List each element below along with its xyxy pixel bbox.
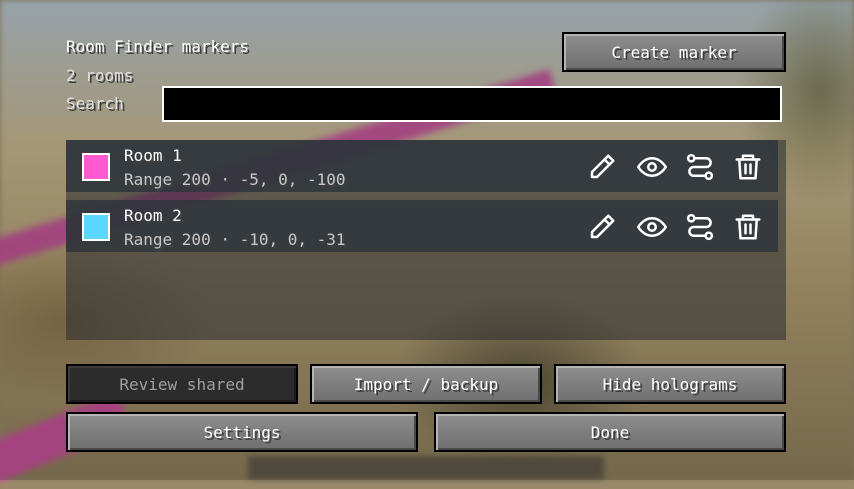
settings-button[interactable]: Settings [66, 412, 418, 452]
done-button[interactable]: Done [434, 412, 786, 452]
marker-row[interactable]: Room 2 Range 200 · -10, 0, -31 [66, 200, 778, 252]
route-icon[interactable] [684, 211, 716, 243]
marker-row[interactable]: Room 1 Range 200 · -5, 0, -100 [66, 140, 778, 192]
hide-holograms-button[interactable]: Hide holograms [554, 364, 786, 404]
eye-icon[interactable] [636, 211, 668, 243]
import-backup-button[interactable]: Import / backup [310, 364, 542, 404]
marker-color-swatch [82, 153, 110, 181]
create-marker-button[interactable]: Create marker [562, 32, 786, 72]
review-shared-button[interactable]: Review shared [66, 364, 298, 404]
marker-name: Room 1 [124, 146, 182, 165]
search-input[interactable] [162, 86, 782, 122]
pencil-icon[interactable] [586, 211, 618, 243]
room-count: 2 rooms [66, 66, 134, 85]
marker-color-swatch [82, 213, 110, 241]
eye-icon[interactable] [636, 151, 668, 183]
trash-icon[interactable] [732, 151, 764, 183]
marker-list: Room 1 Range 200 · -5, 0, -100 Room 2 Ra… [66, 140, 786, 340]
marker-details: Range 200 · -10, 0, -31 [124, 230, 346, 249]
route-icon[interactable] [684, 151, 716, 183]
marker-name: Room 2 [124, 206, 182, 225]
pencil-icon[interactable] [586, 151, 618, 183]
marker-details: Range 200 · -5, 0, -100 [124, 170, 346, 189]
trash-icon[interactable] [732, 211, 764, 243]
search-label: Search [66, 94, 124, 113]
screen-title: Room Finder markers [66, 37, 250, 56]
